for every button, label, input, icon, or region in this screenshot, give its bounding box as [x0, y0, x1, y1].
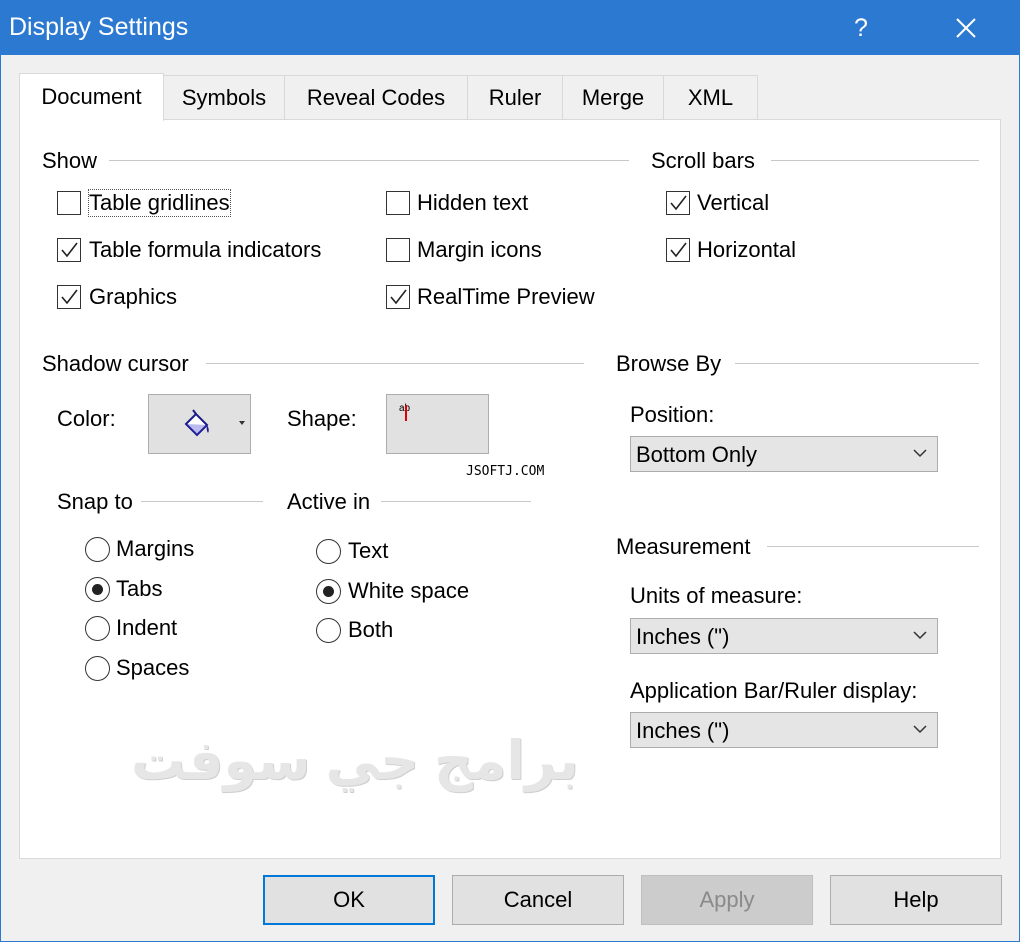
dropdown-arrow-icon	[239, 421, 245, 425]
shadow-cursor-divider	[206, 363, 584, 364]
position-select-value: Bottom Only	[636, 442, 758, 467]
table-formula-indicators-checkbox[interactable]	[57, 238, 81, 262]
browse-by-divider	[735, 363, 979, 364]
snap-tabs-label: Tabs	[116, 576, 163, 601]
ok-button[interactable]: OK	[263, 875, 435, 925]
color-picker-button[interactable]	[148, 394, 251, 454]
appbar-ruler-display-label: Application Bar/Ruler display:	[630, 678, 918, 703]
snap-spaces-radio[interactable]	[85, 656, 110, 681]
horizontal-scrollbar-checkbox[interactable]	[666, 238, 690, 262]
table-formula-indicators-label: Table formula indicators	[89, 237, 322, 262]
hidden-text-label: Hidden text	[417, 190, 529, 215]
checkmark-icon	[61, 289, 78, 305]
help-title-button[interactable]: ?	[841, 1, 881, 55]
tab-reveal-codes[interactable]: Reveal Codes	[284, 75, 468, 119]
title-bar: Display Settings ?	[1, 1, 1019, 55]
show-divider	[109, 160, 629, 161]
active-white-space-radio[interactable]	[316, 579, 341, 604]
scrollbars-divider	[771, 160, 979, 161]
shadow-cursor-group-title: Shadow cursor	[42, 351, 195, 377]
hidden-text-checkbox[interactable]	[386, 191, 410, 215]
graphics-label: Graphics	[89, 284, 178, 309]
snap-indent-radio[interactable]	[85, 616, 110, 641]
help-button[interactable]: Help	[830, 875, 1002, 925]
appbar-ruler-display-select[interactable]: Inches (")	[630, 712, 938, 748]
tab-symbols[interactable]: Symbols	[163, 75, 285, 119]
checkmark-icon	[670, 242, 687, 258]
checkmark-icon	[670, 195, 687, 211]
vertical-label: Vertical	[697, 190, 770, 215]
measurement-divider	[767, 546, 979, 547]
active-white-space-label: White space	[348, 578, 470, 603]
browse-by-group-title: Browse By	[616, 351, 728, 377]
radio-selected-dot	[323, 586, 334, 597]
tab-merge[interactable]: Merge	[562, 75, 664, 119]
tab-ruler[interactable]: Ruler	[467, 75, 563, 119]
snap-tabs-radio[interactable]	[85, 577, 110, 602]
active-both-radio[interactable]	[316, 618, 341, 643]
tab-document[interactable]: Document	[19, 73, 164, 121]
measurement-group-title: Measurement	[616, 534, 757, 560]
shape-label: Shape:	[287, 406, 357, 431]
checkmark-icon	[61, 242, 78, 258]
snap-to-group-title: Snap to	[57, 489, 139, 515]
appbar-select-value: Inches (")	[636, 718, 730, 743]
display-settings-dialog: Display Settings ? Document Symbols Reve…	[0, 0, 1020, 942]
horizontal-label: Horizontal	[697, 237, 797, 262]
active-in-group-title: Active in	[287, 489, 377, 515]
snap-to-divider	[141, 501, 263, 502]
cancel-button[interactable]: Cancel	[452, 875, 624, 925]
table-gridlines-label: Table gridlines	[88, 189, 231, 217]
units-of-measure-select[interactable]: Inches (")	[630, 618, 938, 654]
active-in-divider	[381, 501, 531, 502]
close-button[interactable]	[939, 1, 993, 55]
active-text-label: Text	[348, 538, 389, 563]
graphics-checkbox[interactable]	[57, 285, 81, 309]
units-select-value: Inches (")	[636, 624, 730, 649]
realtime-preview-checkbox[interactable]	[386, 285, 410, 309]
radio-selected-dot	[92, 584, 103, 595]
watermark-text: JSOFTJ.COM	[466, 464, 545, 479]
margin-icons-label: Margin icons	[417, 237, 542, 262]
show-group-title: Show	[42, 148, 104, 174]
snap-margins-label: Margins	[116, 536, 195, 561]
chevron-down-icon	[913, 725, 927, 734]
paint-bucket-icon	[184, 409, 209, 437]
units-of-measure-label: Units of measure:	[630, 583, 803, 608]
shadow-cursor-shape-icon	[405, 405, 407, 421]
position-select[interactable]: Bottom Only	[630, 436, 938, 472]
chevron-down-icon	[913, 449, 927, 458]
active-both-label: Both	[348, 617, 394, 642]
snap-margins-radio[interactable]	[85, 537, 110, 562]
arabic-watermark: برامج جي سوفت	[131, 731, 579, 791]
color-label: Color:	[57, 406, 116, 431]
active-text-radio[interactable]	[316, 539, 341, 564]
scrollbars-group-title: Scroll bars	[651, 148, 761, 174]
chevron-down-icon	[913, 631, 927, 640]
apply-button[interactable]: Apply	[641, 875, 813, 925]
realtime-preview-label: RealTime Preview	[417, 284, 595, 309]
snap-indent-label: Indent	[116, 615, 178, 640]
checkmark-icon	[390, 289, 407, 305]
position-label: Position:	[630, 402, 715, 427]
vertical-scrollbar-checkbox[interactable]	[666, 191, 690, 215]
close-icon	[956, 18, 976, 38]
margin-icons-checkbox[interactable]	[386, 238, 410, 262]
window-title: Display Settings	[9, 13, 189, 41]
tab-xml[interactable]: XML	[663, 75, 758, 119]
snap-spaces-label: Spaces	[116, 655, 190, 680]
table-gridlines-checkbox[interactable]	[57, 191, 81, 215]
shape-picker-button[interactable]: ab	[386, 394, 489, 454]
